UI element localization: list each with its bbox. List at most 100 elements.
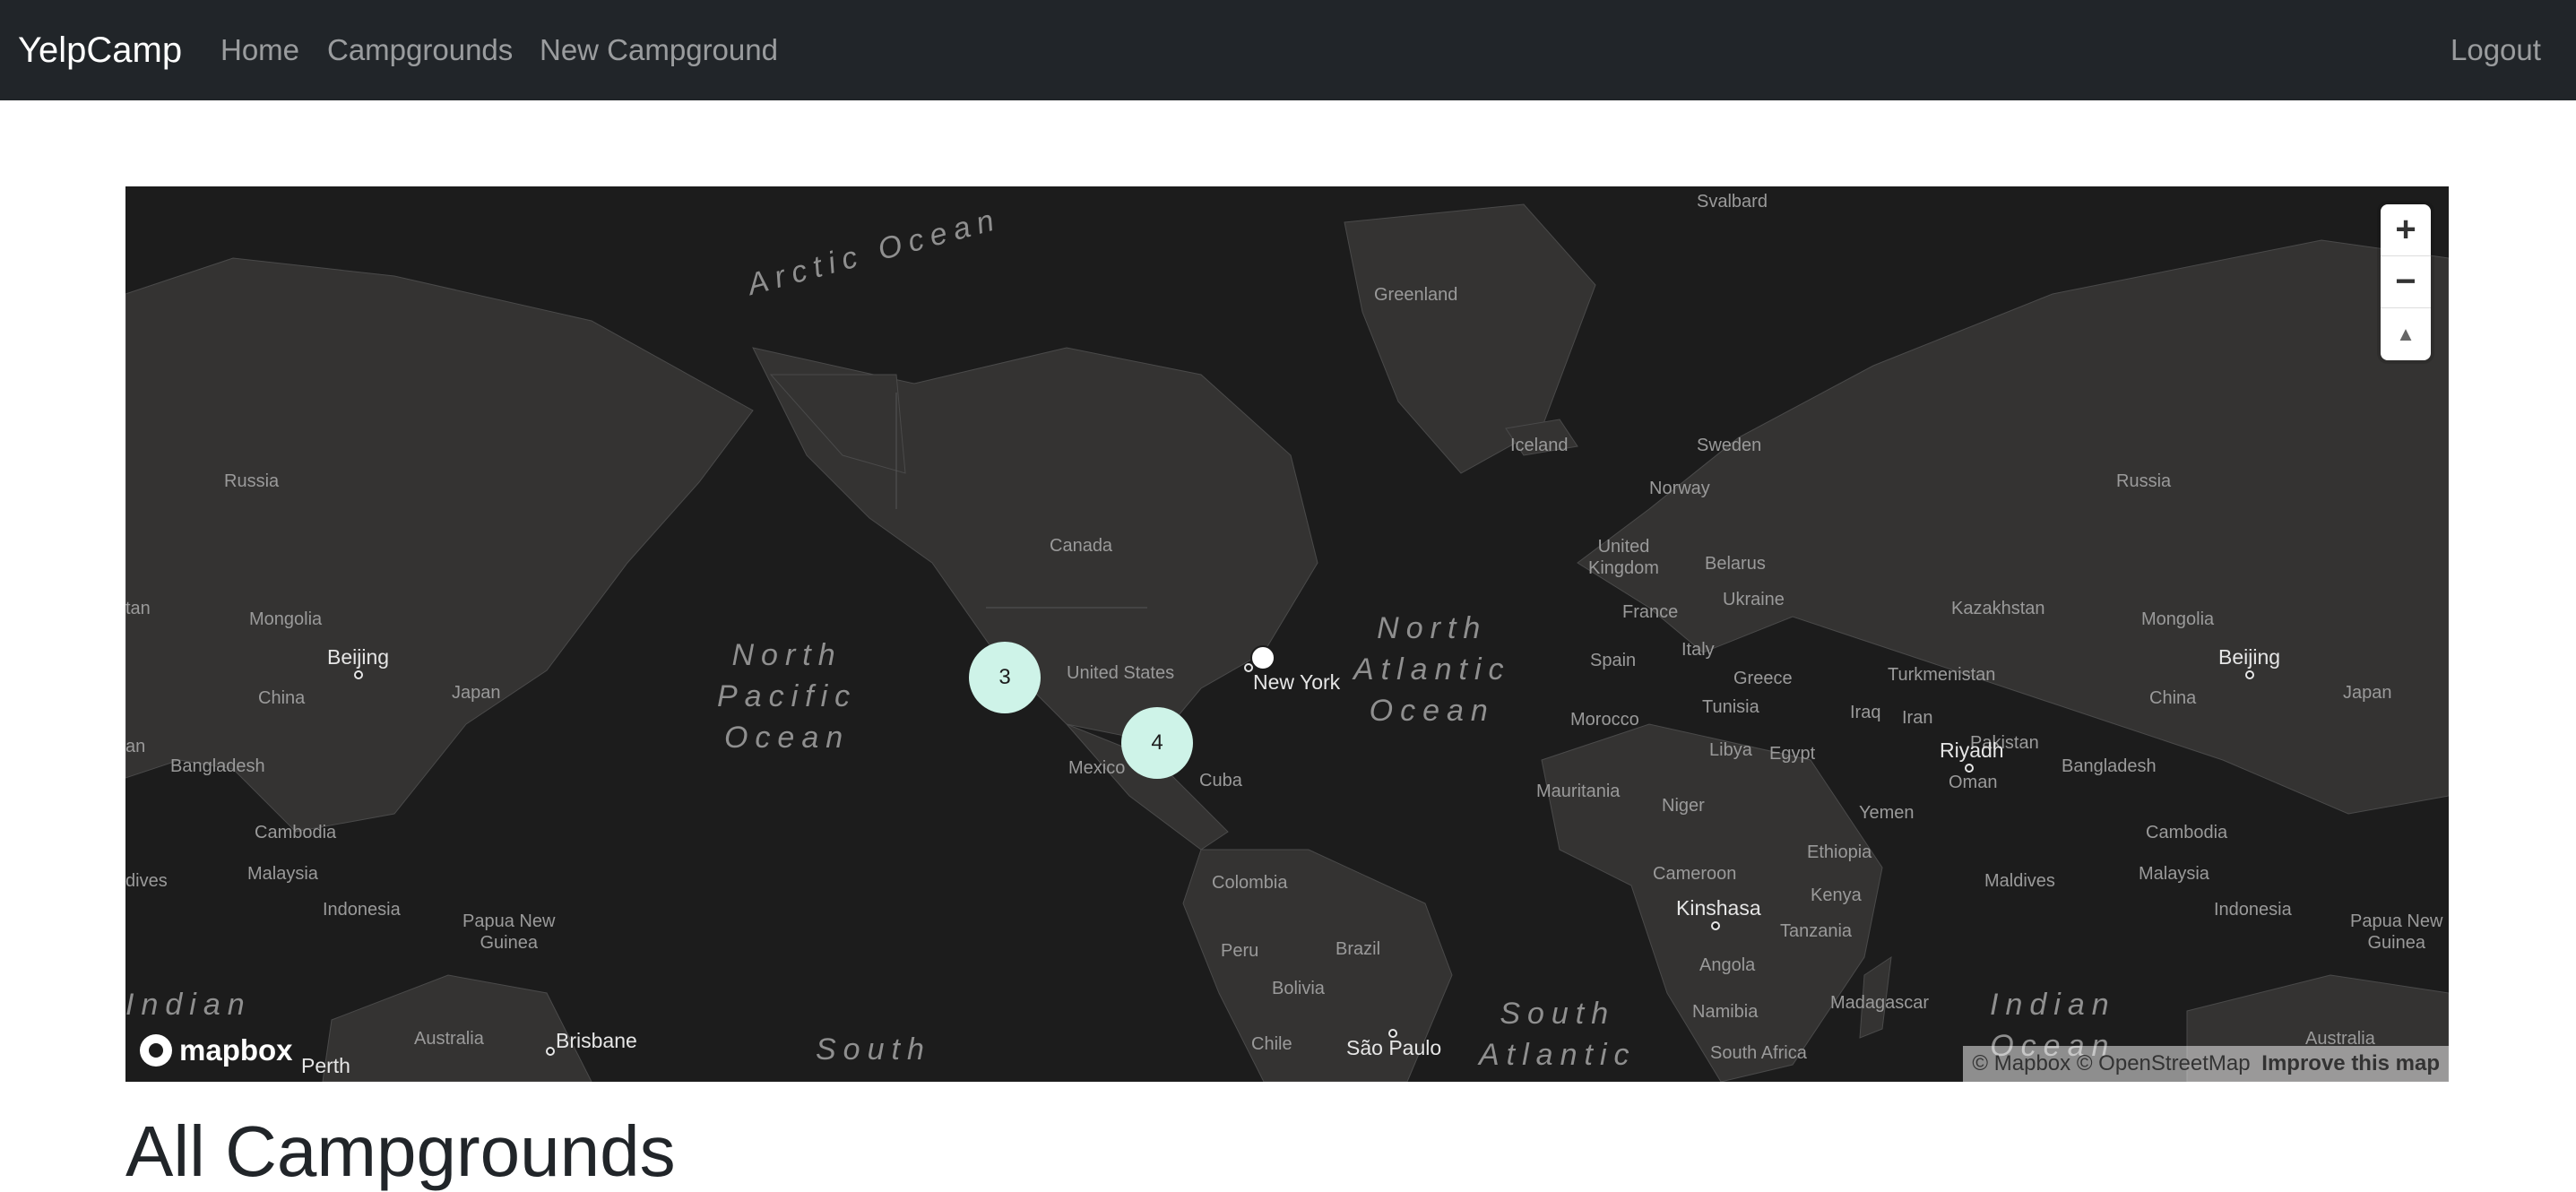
label-iran: Iran (1902, 708, 1933, 728)
label-colombia: Colombia (1212, 873, 1288, 893)
label-png-right: Papua New Guinea (2350, 911, 2443, 953)
label-maldives-right: Maldives (1984, 871, 2055, 891)
label-niger: Niger (1662, 796, 1705, 816)
label-libya: Libya (1709, 740, 1752, 760)
label-morocco: Morocco (1570, 710, 1639, 730)
city-dot-kinshasa (1711, 921, 1720, 930)
label-bolivia: Bolivia (1272, 979, 1325, 998)
mapbox-icon (140, 1034, 172, 1067)
label-kazakhstan: Kazakhstan (1951, 599, 2045, 618)
city-label-kinshasa: Kinshasa (1676, 896, 1761, 920)
label-tanzania: Tanzania (1780, 921, 1853, 941)
city-label-sao-paulo: São Paulo (1346, 1036, 1442, 1059)
label-madagascar: Madagascar (1830, 993, 1930, 1013)
brand-logo[interactable]: YelpCamp (18, 0, 182, 100)
label-bangladesh-left: Bangladesh (170, 756, 265, 776)
label-angola: Angola (1699, 955, 1756, 975)
nav-new-campground[interactable]: New Campground (540, 0, 778, 100)
label-ethiopia: Ethiopia (1807, 842, 1872, 862)
label-norway: Norway (1649, 479, 1710, 498)
label-egypt: Egypt (1769, 744, 1816, 764)
label-japan-left: Japan (452, 683, 501, 703)
ocean-label-north-atlantic: North Atlantic Ocean (1353, 611, 1511, 728)
label-sweden: Sweden (1697, 436, 1762, 455)
label-iceland: Iceland (1510, 436, 1569, 455)
label-spain: Spain (1590, 651, 1637, 670)
city-dot-beijing-left (354, 670, 363, 679)
mapbox-wordmark: mapbox (179, 1033, 293, 1067)
mapbox-logo[interactable]: mapbox (140, 1033, 293, 1067)
label-united-kingdom: United Kingdom (1588, 537, 1659, 578)
label-svalbard: Svalbard (1697, 192, 1768, 212)
label-tunisia: Tunisia (1702, 697, 1759, 717)
label-indonesia-right: Indonesia (2214, 900, 2292, 920)
map-marker-point[interactable] (1250, 645, 1275, 670)
map-attribution: © Mapbox © OpenStreetMap Improve this ma… (1963, 1046, 2449, 1082)
label-canada: Canada (1050, 536, 1113, 556)
label-peru: Peru (1221, 941, 1259, 961)
label-china-left: China (258, 688, 306, 708)
label-united-states: United States (1067, 663, 1175, 683)
attribution-text[interactable]: © Mapbox © OpenStreetMap (1972, 1051, 2250, 1075)
city-dot-beijing-right (2245, 670, 2254, 679)
label-cameroon: Cameroon (1653, 864, 1737, 884)
label-kenya: Kenya (1811, 885, 1862, 905)
map-cluster-3[interactable]: 3 (969, 642, 1041, 713)
page-title: All Campgrounds (125, 1111, 676, 1191)
label-china-right: China (2149, 688, 2197, 708)
label-mongolia-right: Mongolia (2141, 609, 2215, 629)
label-ukraine: Ukraine (1723, 590, 1785, 609)
label-brazil: Brazil (1336, 939, 1381, 959)
label-italy: Italy (1681, 640, 1715, 660)
nav-logout[interactable]: Logout (2451, 0, 2541, 100)
label-greenland: Greenland (1374, 285, 1458, 305)
city-dot-brisbane (546, 1047, 555, 1056)
label-australia-left: Australia (414, 1029, 484, 1049)
compass-reset-button[interactable]: ▲ (2381, 308, 2431, 360)
label-mongolia-left: Mongolia (249, 609, 323, 629)
label-france: France (1622, 602, 1679, 622)
label-cambodia-left: Cambodia (255, 823, 337, 842)
label-indonesia-left: Indonesia (323, 900, 401, 920)
label-yemen: Yemen (1859, 803, 1915, 823)
city-label-new-york: New York (1253, 670, 1341, 694)
ocean-label-indian-left: Indian (125, 988, 252, 1022)
label-japan-right: Japan (2343, 683, 2392, 703)
label-namibia: Namibia (1692, 1002, 1759, 1022)
label-greece: Greece (1733, 669, 1793, 688)
map-controls: + − ▲ (2381, 204, 2431, 360)
label-cuba: Cuba (1199, 771, 1242, 790)
ocean-label-south-pacific: South (816, 1032, 931, 1067)
label-mexico: Mexico (1068, 758, 1126, 778)
zoom-in-button[interactable]: + (2381, 204, 2431, 256)
label-bangladesh-right: Bangladesh (2062, 756, 2157, 776)
ocean-label-north-pacific: North Pacific Ocean (717, 638, 858, 755)
label-oman: Oman (1949, 773, 1998, 792)
label-turkmenistan: Turkmenistan (1888, 665, 1996, 685)
cluster-map[interactable]: Arctic Ocean North Pacific Ocean North A… (125, 186, 2449, 1082)
map-cluster-4[interactable]: 4 (1121, 707, 1193, 779)
label-maldives-left: dives (125, 871, 168, 891)
nav-home[interactable]: Home (220, 0, 299, 100)
label-png-left: Papua New Guinea (462, 911, 556, 953)
label-cambodia-right: Cambodia (2146, 823, 2228, 842)
city-label-perth: Perth (301, 1054, 350, 1077)
label-tan-left: tan (125, 599, 151, 618)
city-label-riyadh: Riyadh (1940, 739, 2004, 762)
label-malaysia-right: Malaysia (2139, 864, 2209, 884)
label-belarus: Belarus (1705, 554, 1766, 574)
city-label-brisbane: Brisbane (556, 1029, 637, 1052)
city-dot-riyadh (1965, 764, 1974, 773)
zoom-out-button[interactable]: − (2381, 256, 2431, 308)
label-malaysia-left: Malaysia (247, 864, 318, 884)
city-label-beijing-right: Beijing (2218, 645, 2281, 669)
label-an-left: an (125, 737, 146, 756)
ocean-label-south-atlantic: South Atlantic (1479, 997, 1637, 1072)
label-iraq: Iraq (1850, 703, 1881, 722)
nav-campgrounds[interactable]: Campgrounds (327, 0, 513, 100)
label-russia-left: Russia (224, 471, 280, 491)
improve-map-link[interactable]: Improve this map (2261, 1051, 2440, 1075)
label-mauritania: Mauritania (1536, 782, 1621, 801)
label-south-africa: South Africa (1710, 1043, 1807, 1063)
label-chile: Chile (1251, 1034, 1292, 1054)
